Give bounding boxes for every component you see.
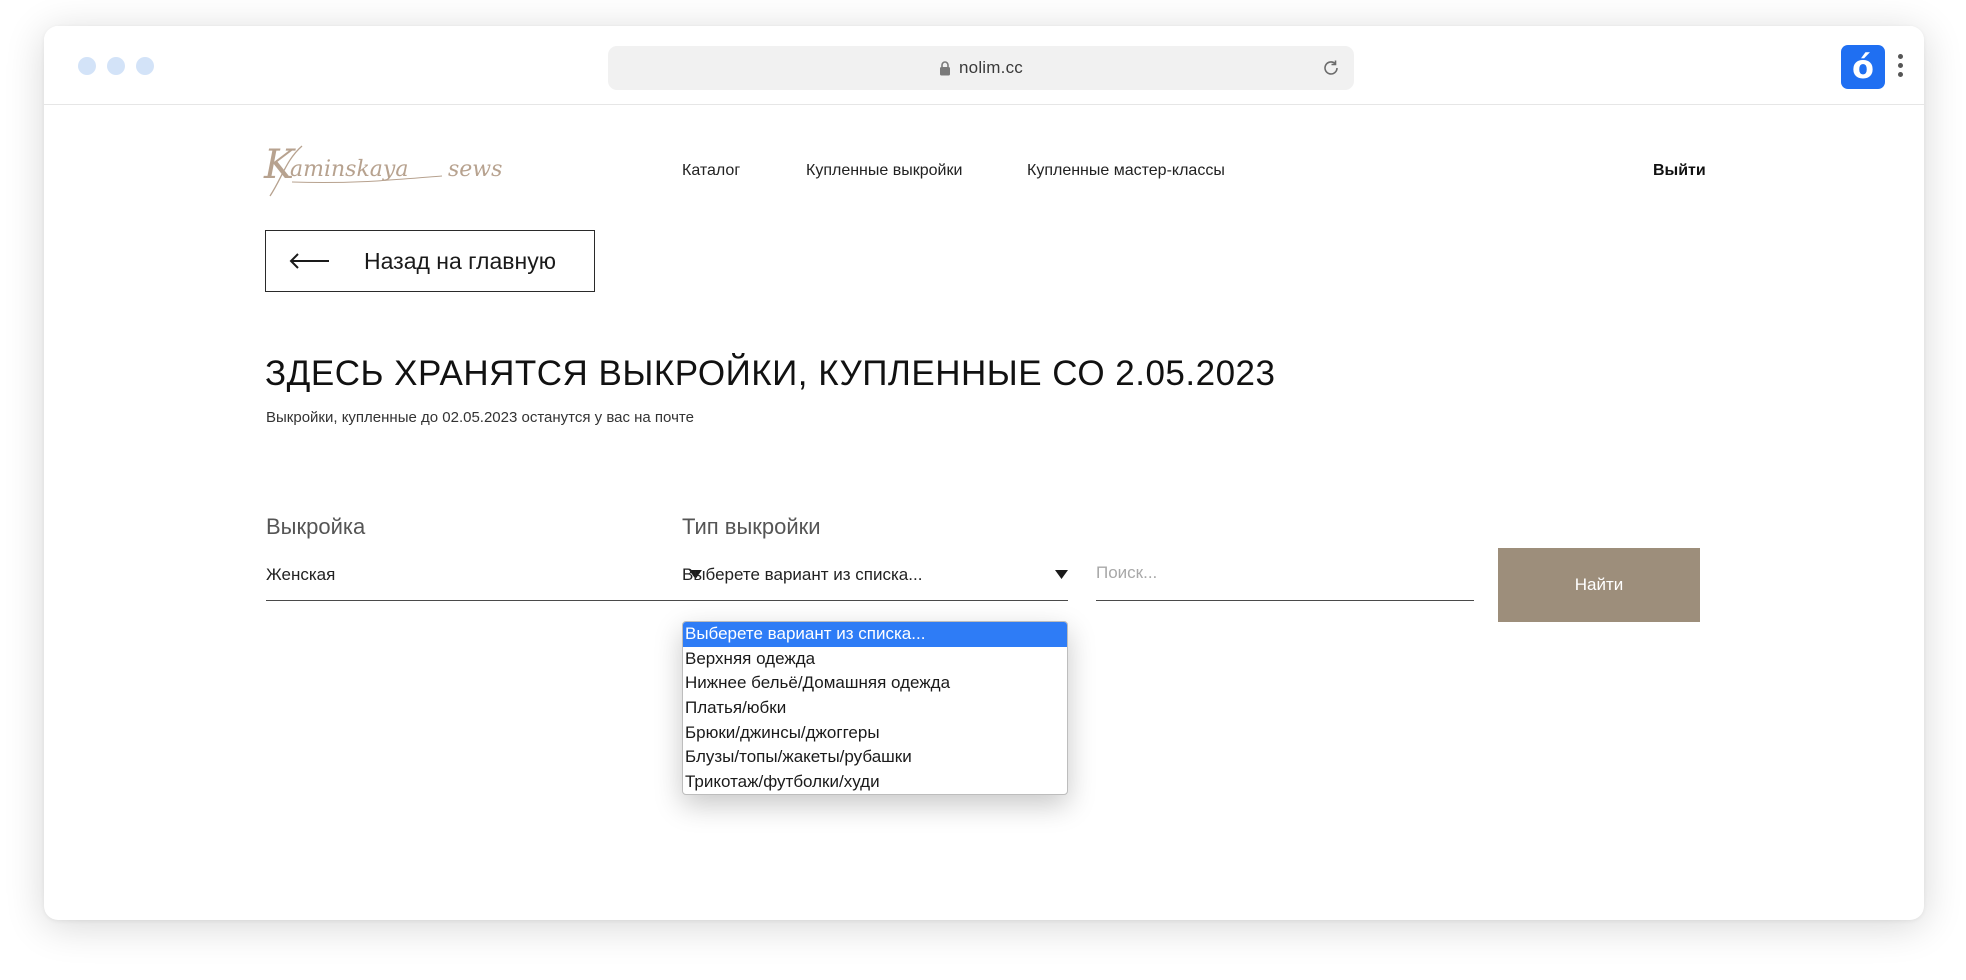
logout-link[interactable]: Выйти (1653, 162, 1706, 180)
pattern-type-select[interactable]: Выберете вариант из списка... (682, 547, 1068, 601)
maximize-window-button[interactable] (136, 57, 154, 75)
pattern-select-value: Женская (266, 565, 336, 584)
pattern-select[interactable]: Женская (266, 547, 702, 601)
dropdown-option[interactable]: Платья/юбки (683, 696, 1067, 721)
pattern-type-dropdown[interactable]: Выберете вариант из списка... Верхняя од… (682, 621, 1068, 795)
reload-icon[interactable] (1320, 57, 1342, 79)
browser-window: nolim.cc ó K aminskaya sews Каталог Купл… (44, 26, 1924, 920)
more-menu-icon[interactable] (1896, 54, 1904, 80)
page-content: K aminskaya sews Каталог Купленные выкро… (44, 104, 1924, 920)
nav-purchased-masterclasses[interactable]: Купленные мастер-классы (1027, 162, 1225, 180)
arrow-left-icon (289, 253, 329, 269)
dropdown-option[interactable]: Трикотаж/футболки/худи (683, 770, 1067, 794)
chevron-down-icon (1055, 570, 1068, 579)
svg-text:aminskaya: aminskaya (290, 157, 408, 182)
lock-icon (940, 60, 951, 75)
svg-text:sews: sews (448, 157, 502, 182)
url-text: nolim.cc (959, 58, 1023, 77)
nav-catalog[interactable]: Каталог (682, 162, 740, 180)
pattern-type-select-value: Выберете вариант из списка... (682, 565, 923, 584)
extension-icon[interactable]: ó (1841, 45, 1885, 89)
pattern-type-label: Тип выкройки (682, 514, 821, 539)
pattern-label: Выкройка (266, 514, 366, 539)
close-window-button[interactable] (78, 57, 96, 75)
minimize-window-button[interactable] (107, 57, 125, 75)
page-subtitle: Выкройки, купленные до 02.05.2023 остану… (266, 409, 694, 426)
page-title: ЗДЕСЬ ХРАНЯТСЯ ВЫКРОЙКИ, КУПЛЕННЫЕ СО 2.… (265, 354, 1276, 393)
window-controls (78, 57, 154, 75)
dropdown-option[interactable]: Верхняя одежда (683, 647, 1067, 672)
find-button[interactable]: Найти (1498, 548, 1700, 622)
address-bar[interactable]: nolim.cc (608, 46, 1354, 90)
nav-purchased-patterns[interactable]: Купленные выкройки (806, 162, 962, 180)
search-input[interactable] (1096, 563, 1474, 583)
search-field[interactable] (1096, 547, 1474, 601)
site-logo[interactable]: K aminskaya sews (262, 138, 512, 200)
back-to-home-button[interactable]: Назад на главную (265, 230, 595, 292)
dropdown-option[interactable]: Нижнее бельё/Домашняя одежда (683, 671, 1067, 696)
dropdown-option[interactable]: Брюки/джинсы/джоггеры (683, 721, 1067, 746)
back-button-label: Назад на главную (364, 247, 556, 274)
browser-toolbar: nolim.cc ó (44, 26, 1924, 105)
dropdown-option-selected[interactable]: Выберете вариант из списка... (683, 622, 1067, 647)
dropdown-option[interactable]: Блузы/топы/жакеты/рубашки (683, 745, 1067, 770)
